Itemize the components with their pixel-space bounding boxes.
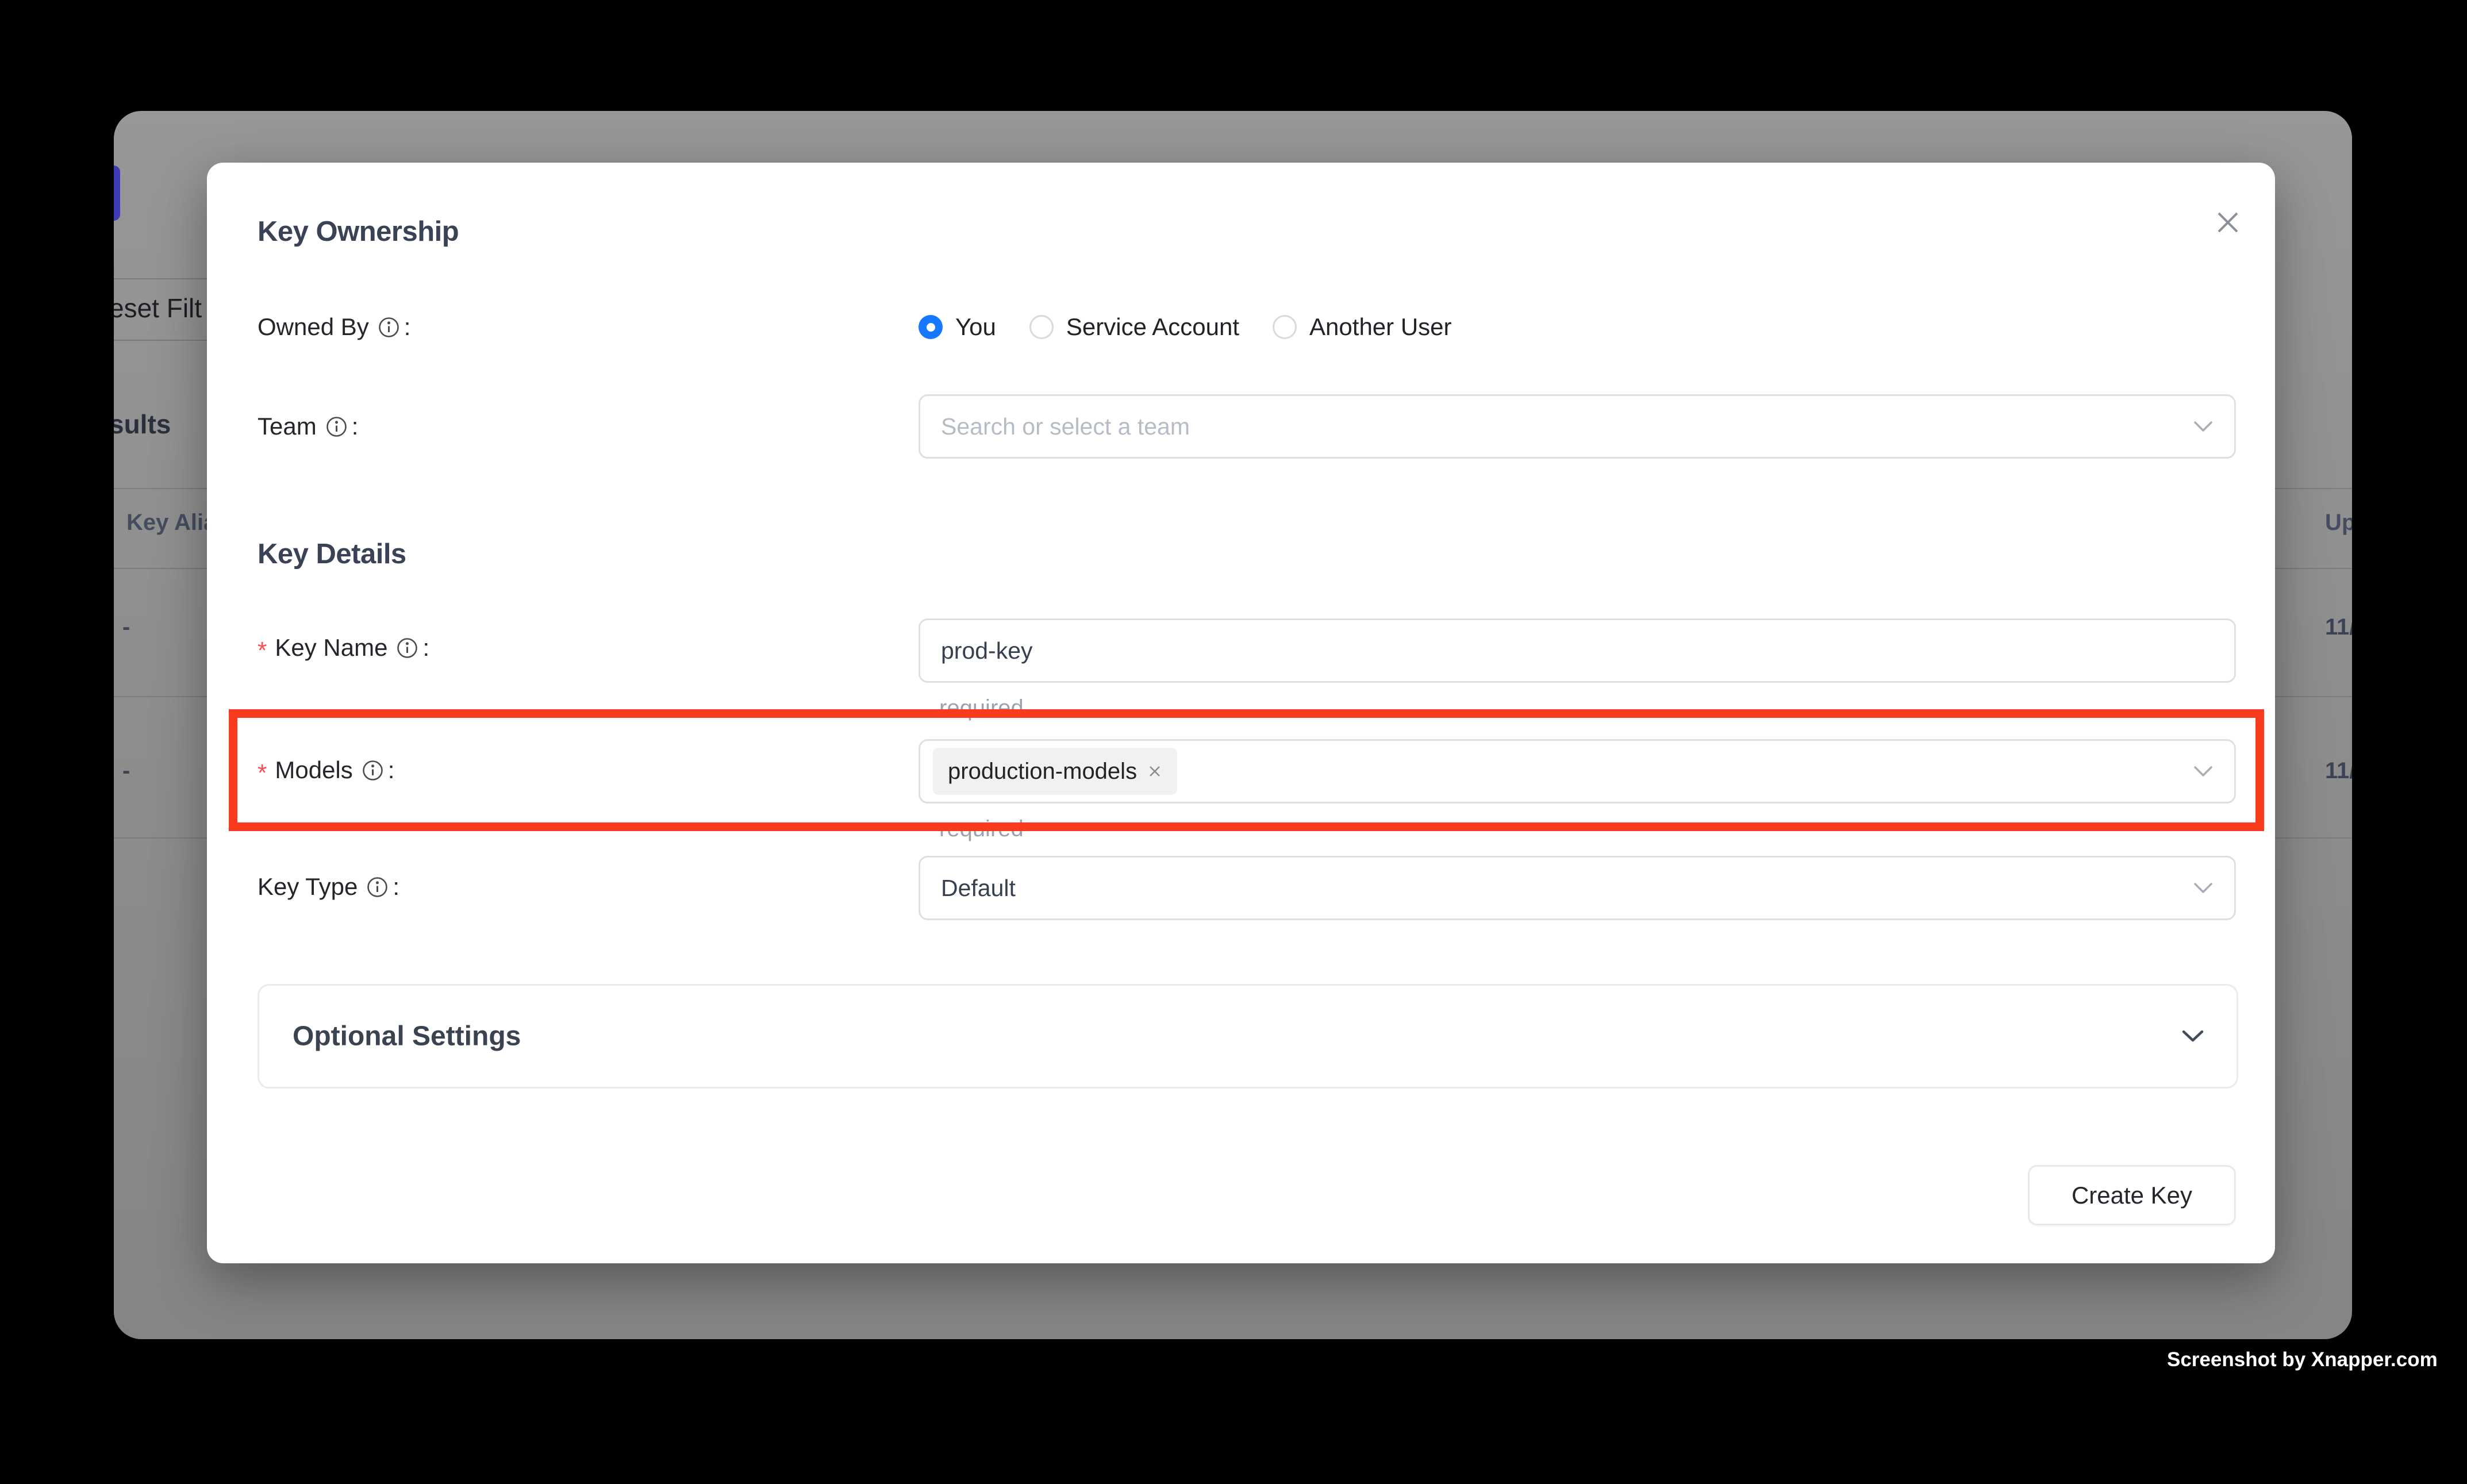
- radio-option-you[interactable]: You: [919, 313, 996, 341]
- required-asterisk: *: [258, 637, 267, 664]
- key-name-required-hint: required: [939, 695, 1024, 721]
- key-name-label-text: Key Name: [275, 634, 387, 662]
- key-name-label: * Key Name :: [258, 630, 429, 666]
- table-row-cell: 11/: [2325, 614, 2352, 640]
- key-type-select[interactable]: Default: [919, 856, 2236, 920]
- selected-model-tag: production-models: [933, 748, 1177, 795]
- info-icon: [326, 416, 347, 437]
- key-details-section-title: Key Details: [258, 538, 406, 570]
- chevron-down-icon: [2193, 765, 2214, 778]
- cropped-primary-button-fragment: [114, 166, 120, 221]
- screen: eset Filt sults Key Alia Up - 11/ - 11/ …: [0, 0, 2467, 1484]
- chevron-down-icon: [2193, 420, 2214, 433]
- key-name-value: prod-key: [941, 637, 1033, 664]
- radio-option-service-account[interactable]: Service Account: [1029, 313, 1239, 341]
- team-select[interactable]: Search or select a team: [919, 394, 2236, 459]
- create-key-button[interactable]: Create Key: [2028, 1165, 2236, 1225]
- create-key-button-label: Create Key: [2072, 1182, 2192, 1209]
- chevron-down-icon: [2181, 1029, 2204, 1043]
- key-type-label: Key Type :: [258, 869, 399, 905]
- key-ownership-section-title: Key Ownership: [258, 216, 459, 248]
- optional-settings-title: Optional Settings: [293, 1021, 521, 1052]
- radio-label: You: [955, 313, 996, 341]
- required-asterisk: *: [258, 759, 267, 787]
- models-select[interactable]: production-models: [919, 739, 2236, 803]
- radio-label: Service Account: [1066, 313, 1239, 341]
- selected-model-tag-label: production-models: [948, 759, 1137, 785]
- table-row-cell: -: [122, 614, 130, 640]
- reset-filters-fragment-label: eset Filt: [114, 293, 202, 324]
- key-type-value: Default: [941, 875, 1016, 902]
- radio-option-another-user[interactable]: Another User: [1273, 313, 1451, 341]
- key-type-label-text: Key Type: [258, 873, 358, 901]
- radio-unselected-icon: [1273, 315, 1297, 339]
- owned-by-label: Owned By :: [258, 309, 410, 345]
- key-name-input[interactable]: prod-key: [919, 618, 2236, 683]
- modal-close-button[interactable]: [2207, 202, 2249, 243]
- team-label: Team :: [258, 409, 358, 444]
- watermark-text: Screenshot by Xnapper.com: [2167, 1348, 2438, 1371]
- models-label-text: Models: [275, 756, 352, 784]
- radio-label: Another User: [1309, 313, 1451, 341]
- table-row-cell: -: [122, 758, 130, 784]
- optional-settings-section[interactable]: Optional Settings: [258, 984, 2238, 1089]
- info-icon: [378, 317, 399, 338]
- owned-by-label-text: Owned By: [258, 313, 369, 341]
- radio-selected-icon: [919, 315, 943, 339]
- table-row-cell: 11/: [2325, 758, 2352, 784]
- results-count-fragment: sults: [114, 409, 171, 440]
- close-icon: [2215, 209, 2241, 236]
- models-required-hint: required: [939, 816, 1024, 842]
- create-key-modal: Key Ownership Owned By : You Service Acc…: [207, 163, 2275, 1263]
- table-header-updated: Up: [2325, 510, 2352, 536]
- table-header-key-alias: Key Alia: [126, 510, 216, 536]
- team-select-placeholder: Search or select a team: [941, 413, 1190, 440]
- owned-by-radio-group: You Service Account Another User: [919, 309, 1452, 345]
- info-icon: [397, 637, 418, 659]
- chevron-down-icon: [2193, 882, 2214, 894]
- tag-remove-icon[interactable]: [1147, 764, 1162, 779]
- models-label: * Models :: [258, 752, 394, 788]
- team-label-text: Team: [258, 413, 317, 440]
- info-icon: [362, 760, 383, 781]
- info-icon: [367, 876, 388, 898]
- radio-unselected-icon: [1029, 315, 1054, 339]
